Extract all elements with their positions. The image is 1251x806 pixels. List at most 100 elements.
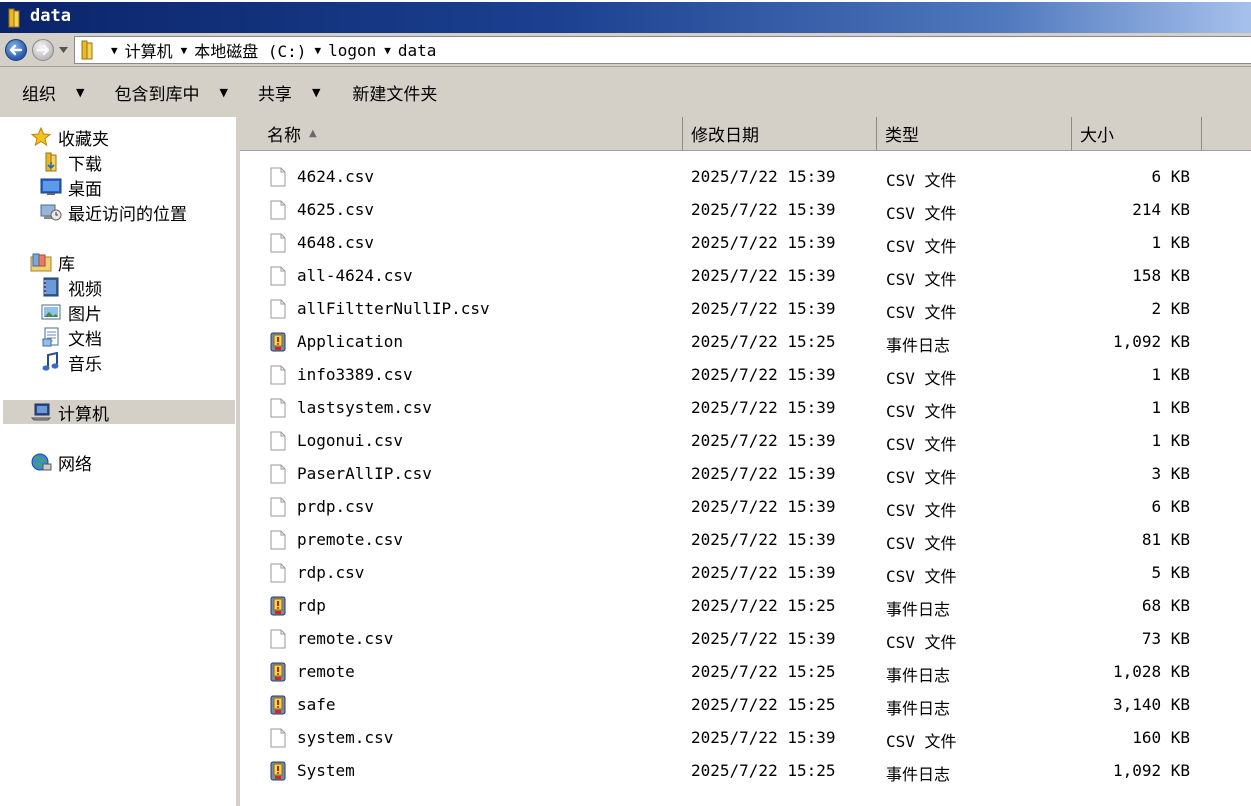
file-date: 2025/7/22 15:39 (691, 266, 836, 285)
command-toolbar: 组织 ▼ 包含到库中 ▼ 共享 ▼ 新建文件夹 (0, 67, 1251, 117)
file-row[interactable]: safe 2025/7/22 15:25 事件日志 3,140 KB (240, 688, 1251, 721)
breadcrumb-chevron-icon[interactable]: ▼ (384, 44, 391, 57)
chevron-down-icon: ▼ (76, 85, 85, 99)
breadcrumb-data[interactable]: data (398, 41, 437, 60)
csv-file-icon (270, 365, 286, 385)
column-header: 名称 ▲ 修改日期 类型 大小 (240, 117, 1251, 151)
include-library-label: 包含到库中 (114, 84, 200, 105)
nav-videos[interactable]: 视频 (40, 275, 102, 300)
file-size: 73 KB (1141, 629, 1190, 648)
event-log-icon (270, 761, 286, 781)
file-row[interactable]: rdp.csv 2025/7/22 15:39 CSV 文件 5 KB (240, 556, 1251, 589)
csv-file-icon (270, 629, 286, 649)
file-size: 214 KB (1132, 200, 1190, 219)
breadcrumb-local-disk[interactable]: 本地磁盘 (C:) (194, 38, 306, 62)
nav-music[interactable]: 音乐 (40, 350, 102, 375)
file-row[interactable]: system.csv 2025/7/22 15:39 CSV 文件 160 KB (240, 721, 1251, 754)
title-bar[interactable]: data (0, 0, 1251, 33)
organize-button[interactable]: 组织 ▼ (22, 80, 84, 105)
nav-downloads[interactable]: 下载 (40, 150, 102, 175)
column-header-size[interactable]: 大小 (1072, 117, 1202, 150)
recent-places-icon (40, 202, 62, 222)
file-row[interactable]: System 2025/7/22 15:25 事件日志 1,092 KB (240, 754, 1251, 787)
file-date: 2025/7/22 15:25 (691, 662, 836, 681)
breadcrumb-chevron-icon[interactable]: ▼ (181, 44, 188, 57)
file-name: Application (297, 332, 403, 351)
column-header-modified[interactable]: 修改日期 (683, 117, 877, 150)
file-row[interactable]: 4625.csv 2025/7/22 15:39 CSV 文件 214 KB (240, 193, 1251, 226)
csv-file-icon (270, 266, 286, 286)
nav-computer[interactable]: 计算机 (3, 400, 235, 425)
column-header-name[interactable]: 名称 ▲ (240, 117, 683, 150)
file-list: 4624.csv 2025/7/22 15:39 CSV 文件 6 KB 462… (240, 151, 1251, 806)
include-in-library-button[interactable]: 包含到库中 ▼ (114, 80, 227, 105)
file-type: CSV 文件 (886, 732, 957, 751)
new-folder-button[interactable]: 新建文件夹 (352, 80, 437, 105)
back-button[interactable] (5, 39, 27, 61)
file-size: 160 KB (1132, 728, 1190, 747)
csv-file-icon (270, 167, 286, 187)
nav-recent-places[interactable]: 最近访问的位置 (40, 200, 187, 225)
star-icon (30, 127, 52, 147)
file-date: 2025/7/22 15:25 (691, 761, 836, 780)
file-row[interactable]: 4624.csv 2025/7/22 15:39 CSV 文件 6 KB (240, 160, 1251, 193)
csv-file-icon (270, 200, 286, 220)
column-label: 类型 (885, 126, 919, 146)
breadcrumb-chevron-icon[interactable]: ▼ (111, 44, 118, 57)
file-row[interactable]: PaserAllIP.csv 2025/7/22 15:39 CSV 文件 3 … (240, 457, 1251, 490)
file-name: remote (297, 662, 355, 681)
csv-file-icon (270, 431, 286, 451)
nav-documents[interactable]: 文档 (40, 325, 102, 350)
chevron-down-icon: ▼ (219, 85, 228, 99)
file-name: safe (297, 695, 336, 714)
file-row[interactable]: 4648.csv 2025/7/22 15:39 CSV 文件 1 KB (240, 226, 1251, 259)
file-type: CSV 文件 (886, 633, 957, 652)
file-type: CSV 文件 (886, 468, 957, 487)
file-row[interactable]: allFiltterNullIP.csv 2025/7/22 15:39 CSV… (240, 292, 1251, 325)
csv-file-icon (270, 233, 286, 253)
file-row[interactable]: info3389.csv 2025/7/22 15:39 CSV 文件 1 KB (240, 358, 1251, 391)
libraries-icon (30, 252, 52, 272)
nav-desktop[interactable]: 桌面 (40, 175, 102, 200)
file-row[interactable]: lastsystem.csv 2025/7/22 15:39 CSV 文件 1 … (240, 391, 1251, 424)
window-title: data (30, 6, 71, 26)
csv-file-icon (270, 563, 286, 583)
file-row[interactable]: all-4624.csv 2025/7/22 15:39 CSV 文件 158 … (240, 259, 1251, 292)
column-label: 大小 (1080, 126, 1114, 146)
file-row[interactable]: rdp 2025/7/22 15:25 事件日志 68 KB (240, 589, 1251, 622)
address-bar[interactable]: ▼ 计算机 ▼ 本地磁盘 (C:) ▼ logon ▼ data (74, 36, 1251, 64)
nav-pictures[interactable]: 图片 (40, 300, 102, 325)
breadcrumb-chevron-icon[interactable]: ▼ (314, 44, 321, 57)
chevron-down-icon: ▼ (311, 85, 321, 99)
file-date: 2025/7/22 15:39 (691, 233, 836, 252)
file-row[interactable]: remote 2025/7/22 15:25 事件日志 1,028 KB (240, 655, 1251, 688)
nav-network[interactable]: 网络 (30, 450, 92, 475)
forward-button[interactable] (32, 39, 54, 61)
file-row[interactable]: Application 2025/7/22 15:25 事件日志 1,092 K… (240, 325, 1251, 358)
share-button[interactable]: 共享 ▼ (258, 80, 320, 105)
nav-libraries[interactable]: 库 (30, 250, 75, 275)
file-size: 68 KB (1141, 596, 1190, 615)
nav-favorites[interactable]: 收藏夹 (30, 125, 109, 150)
forward-arrow-icon (36, 44, 50, 56)
file-type: CSV 文件 (886, 402, 957, 421)
breadcrumb-logon[interactable]: logon (328, 41, 376, 60)
file-type: 事件日志 (886, 666, 951, 685)
file-date: 2025/7/22 15:39 (691, 167, 836, 186)
column-header-type[interactable]: 类型 (877, 117, 1072, 150)
event-log-icon (270, 332, 286, 352)
file-type: CSV 文件 (886, 369, 957, 388)
file-date: 2025/7/22 15:39 (691, 431, 836, 450)
file-row[interactable]: Logonui.csv 2025/7/22 15:39 CSV 文件 1 KB (240, 424, 1251, 457)
breadcrumb-computer[interactable]: 计算机 (125, 38, 173, 62)
video-library-icon (40, 277, 62, 297)
file-row[interactable]: prdp.csv 2025/7/22 15:39 CSV 文件 6 KB (240, 490, 1251, 523)
file-date: 2025/7/22 15:25 (691, 596, 836, 615)
recent-pages-dropdown-icon[interactable] (59, 47, 68, 53)
file-size: 1 KB (1151, 233, 1190, 252)
file-row[interactable]: premote.csv 2025/7/22 15:39 CSV 文件 81 KB (240, 523, 1251, 556)
file-size: 81 KB (1141, 530, 1190, 549)
documents-library-icon (40, 327, 62, 347)
file-row[interactable]: remote.csv 2025/7/22 15:39 CSV 文件 73 KB (240, 622, 1251, 655)
file-date: 2025/7/22 15:39 (691, 563, 836, 582)
